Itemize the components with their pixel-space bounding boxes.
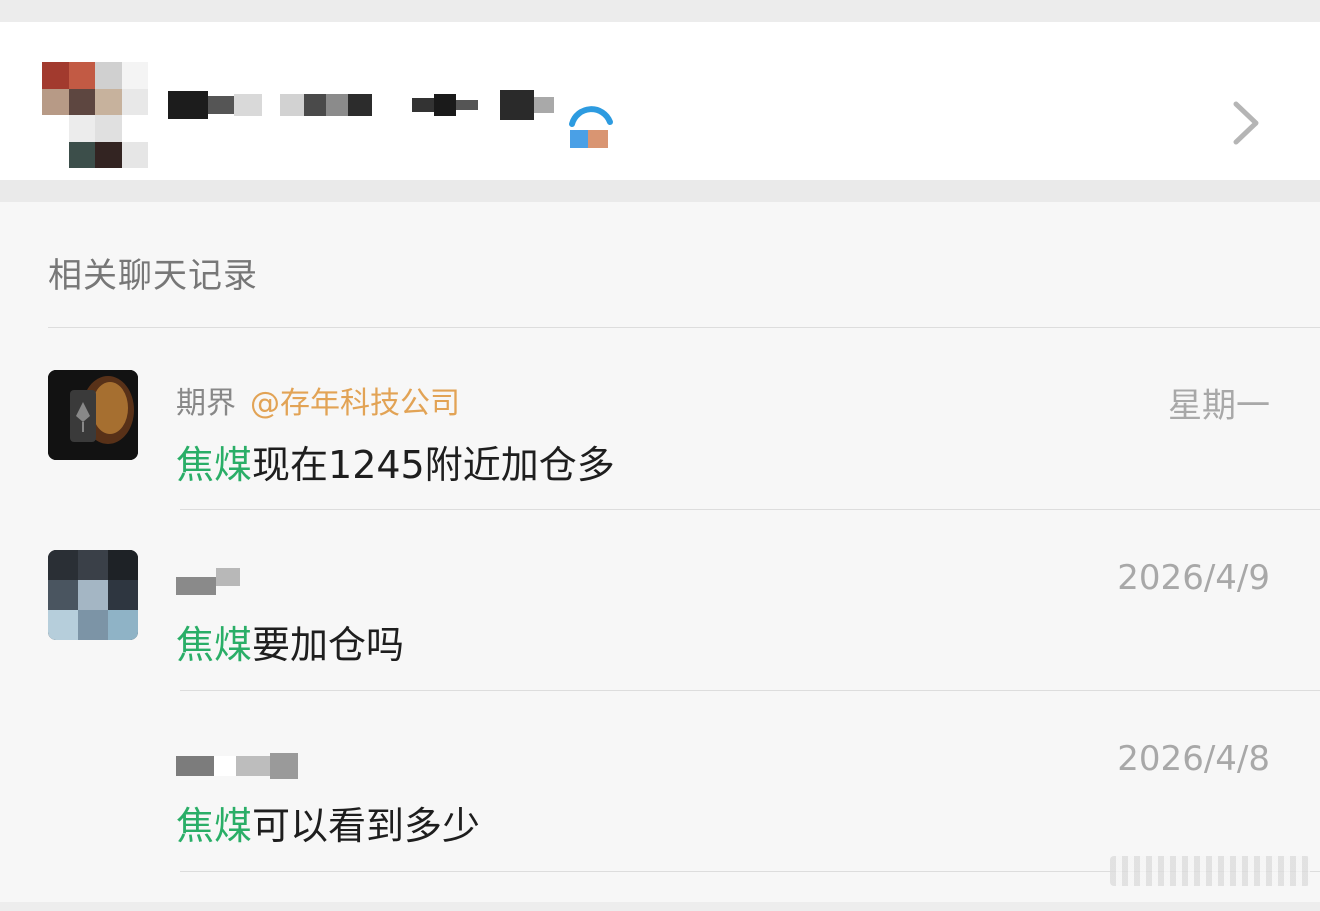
sender-name-redacted: [176, 558, 240, 595]
timestamp: 2026/4/8: [1117, 739, 1270, 779]
avatar: [48, 370, 138, 460]
section-gap: [0, 180, 1320, 202]
keyword-highlight: 焦煤: [176, 623, 253, 667]
keyword-highlight: 焦煤: [176, 443, 253, 487]
message-text: 焦煤现在1245附近加仓多: [176, 443, 615, 487]
top-band: [0, 0, 1320, 22]
loading-status-icon: [569, 106, 613, 148]
sender-name: 期界 @存年科技公司: [176, 386, 460, 421]
keyword-highlight: 焦煤: [176, 804, 253, 848]
divider: [48, 327, 1320, 328]
sender-name-redacted: [176, 747, 298, 782]
contact-name-redacted: [168, 80, 554, 130]
divider: [180, 509, 1320, 510]
contact-card[interactable]: [0, 22, 1320, 180]
message-text: 焦煤要加仓吗: [176, 623, 405, 667]
chat-result-row[interactable]: 2026/4/9 焦煤要加仓吗: [0, 550, 1320, 730]
contact-avatar[interactable]: [42, 62, 148, 168]
message-text: 焦煤可以看到多少: [176, 804, 481, 848]
watermark-strip: [1110, 856, 1310, 886]
related-chat-results: 相关聊天记录 期界 @存年科技公司 星期一 焦煤现在1245附近加仓多 2026…: [0, 202, 1320, 902]
chevron-right-icon[interactable]: [1228, 100, 1262, 146]
section-title: 相关聊天记录: [48, 256, 258, 296]
timestamp: 星期一: [1168, 386, 1270, 426]
avatar: [48, 550, 138, 640]
divider: [180, 690, 1320, 691]
mention-tag: @存年科技公司: [250, 386, 460, 421]
chat-result-row[interactable]: 期界 @存年科技公司 星期一 焦煤现在1245附近加仓多: [0, 370, 1320, 550]
timestamp: 2026/4/9: [1117, 558, 1270, 598]
